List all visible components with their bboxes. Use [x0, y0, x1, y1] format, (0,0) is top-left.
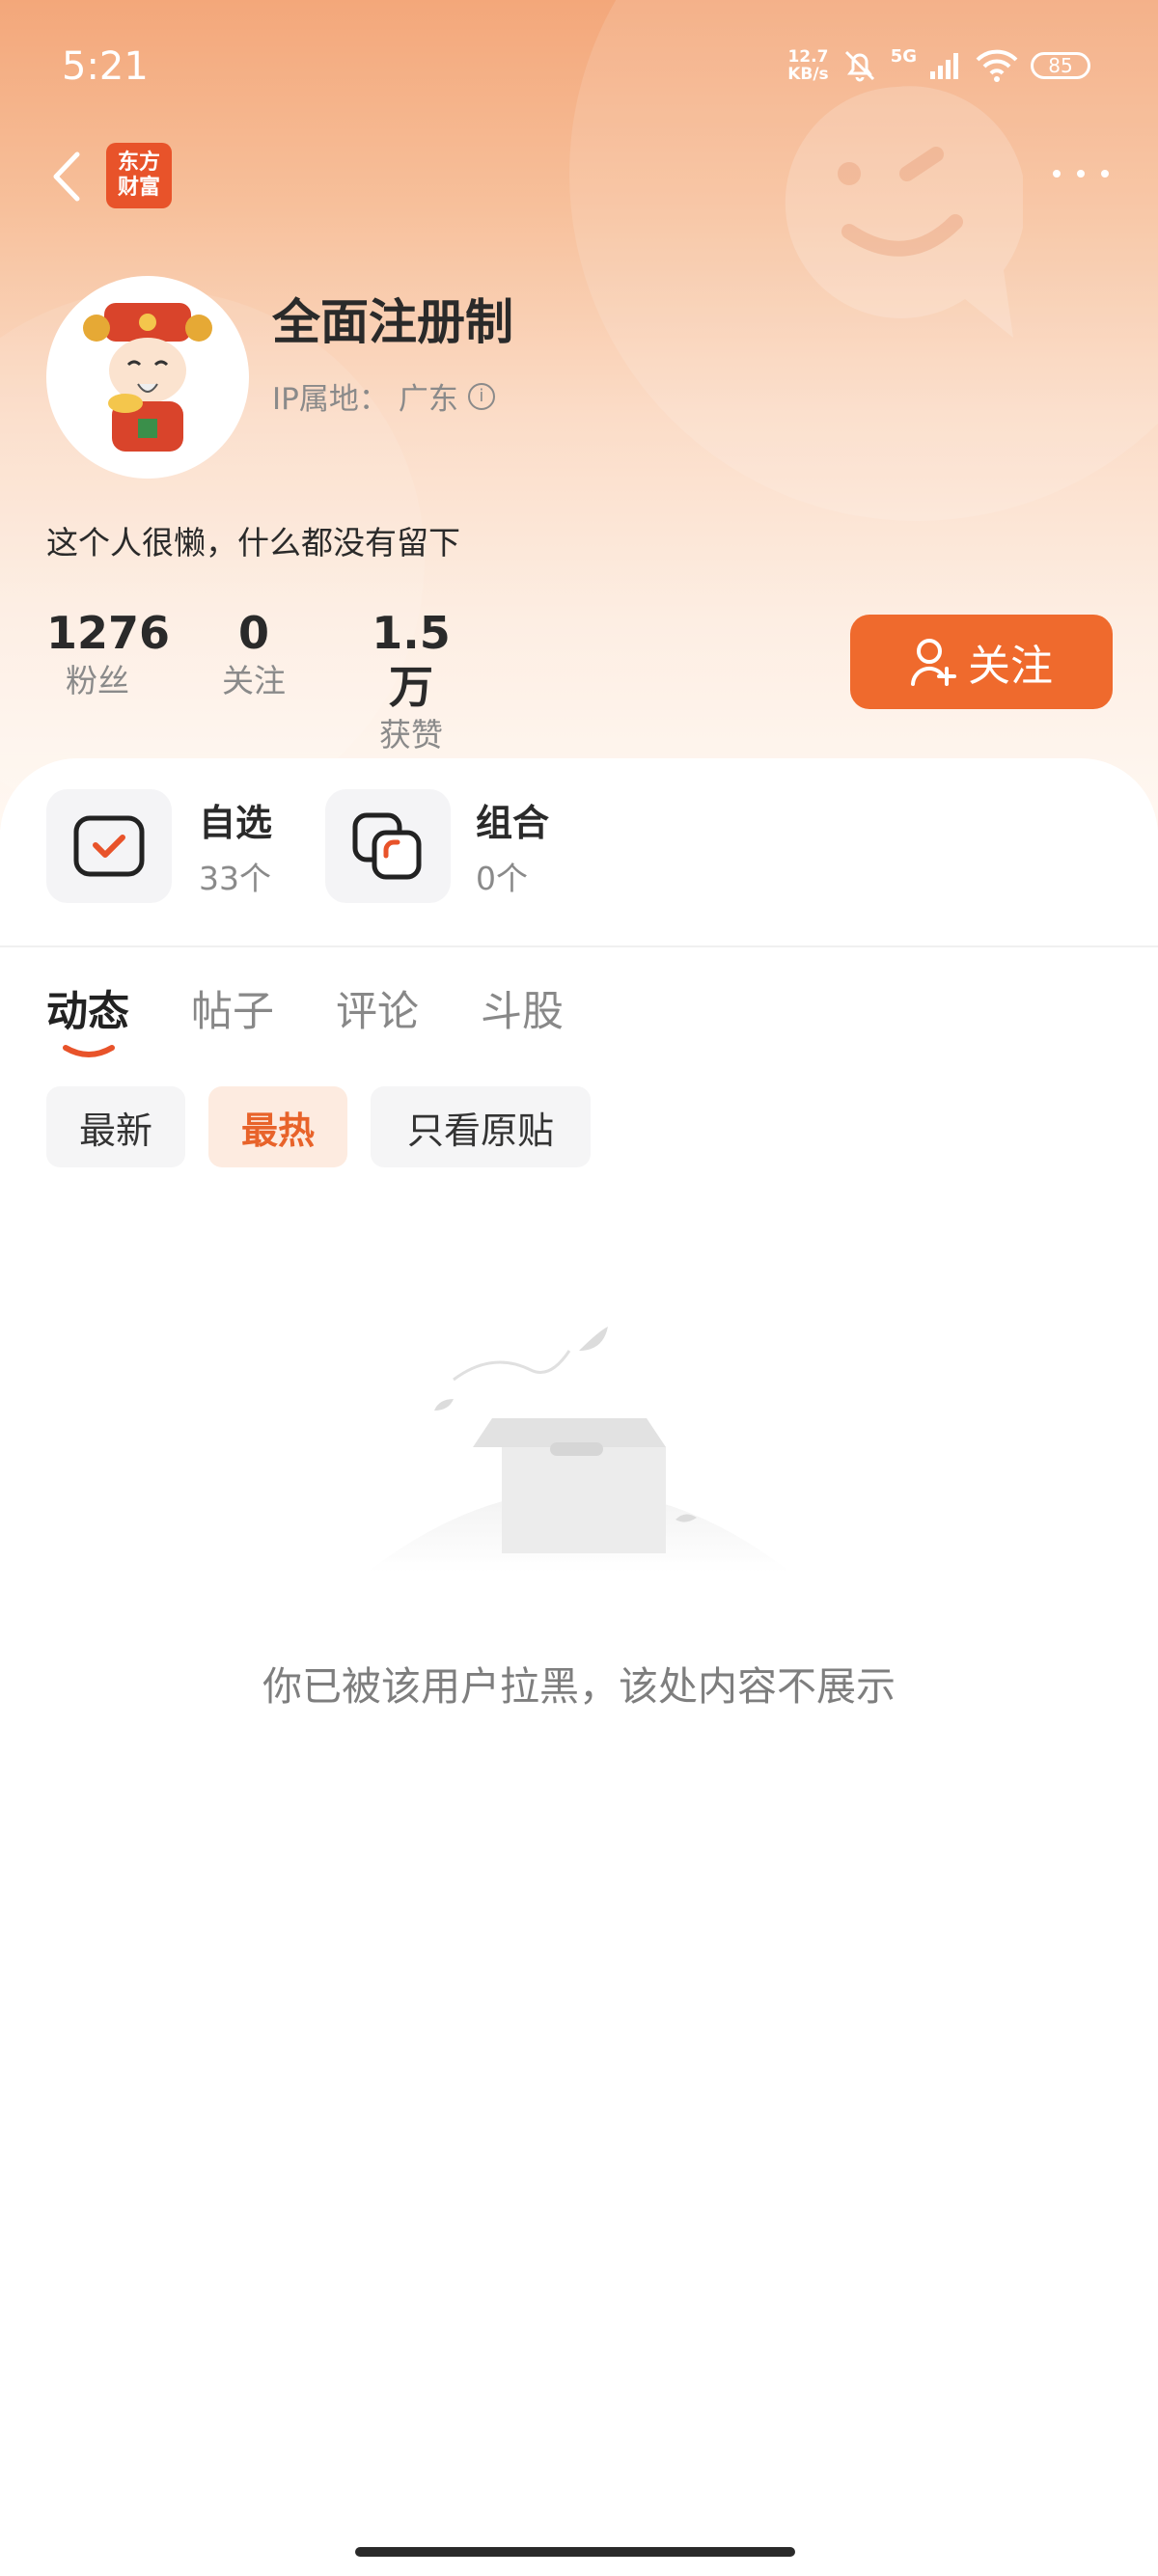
username: 全面注册制	[272, 294, 513, 350]
info-icon[interactable]: i	[467, 382, 495, 410]
stat-fans[interactable]: 1276 粉丝	[46, 606, 170, 702]
filter-hottest[interactable]: 最热	[208, 1086, 347, 1167]
stat-following[interactable]: 0 关注	[203, 606, 305, 702]
watchlist-count: 33个	[199, 860, 271, 897]
divider	[0, 945, 1158, 947]
cartoon-avatar-icon	[83, 303, 212, 452]
empty-box-icon	[367, 1327, 791, 1573]
tab-comments[interactable]: 评论	[336, 978, 419, 1038]
wifi-icon	[976, 49, 1018, 82]
tab-stock-battle[interactable]: 斗股	[481, 978, 564, 1038]
signal-icon	[930, 53, 958, 79]
portfolio-icon	[352, 812, 422, 880]
signal-type: 5G	[890, 46, 917, 67]
more-icon[interactable]	[1047, 159, 1115, 188]
avatar[interactable]	[46, 276, 249, 479]
watchlist-title[interactable]: 自选	[199, 793, 272, 846]
watchlist-icon	[73, 815, 145, 877]
user-bio: 这个人很懒，什么都没有留下	[46, 524, 460, 562]
status-icons: 12.7 KB/s 5G 85	[787, 46, 1090, 85]
follow-button[interactable]: 关注	[850, 615, 1113, 709]
network-speed: 12.7 KB/s	[787, 47, 829, 84]
battery-icon: 85	[1031, 52, 1090, 79]
active-tab-indicator	[63, 1045, 115, 1057]
watchlist-card-icon[interactable]	[46, 789, 172, 903]
bell-off-icon	[844, 50, 874, 82]
stat-likes[interactable]: 1.5万 获赞	[353, 606, 469, 756]
portfolio-title[interactable]: 组合	[476, 793, 549, 846]
filter-original-only[interactable]: 只看原贴	[371, 1086, 591, 1167]
portfolio-card-icon[interactable]	[325, 789, 451, 903]
ip-location: IP属地： 广东 i	[272, 374, 495, 418]
status-bar: 5:21 12.7 KB/s 5G 85	[0, 0, 1158, 135]
home-indicator[interactable]	[355, 2547, 795, 2557]
app-logo[interactable]: 东方 财富	[106, 143, 172, 208]
back-icon[interactable]	[42, 143, 91, 210]
tab-posts[interactable]: 帖子	[191, 978, 274, 1038]
add-user-icon	[911, 639, 956, 686]
filter-latest[interactable]: 最新	[46, 1086, 185, 1167]
empty-state-message: 你已被该用户拉黑，该处内容不展示	[262, 1663, 896, 1710]
portfolio-count: 0个	[476, 860, 528, 897]
status-time: 5:21	[62, 44, 149, 89]
tab-dynamics[interactable]: 动态	[46, 978, 129, 1038]
